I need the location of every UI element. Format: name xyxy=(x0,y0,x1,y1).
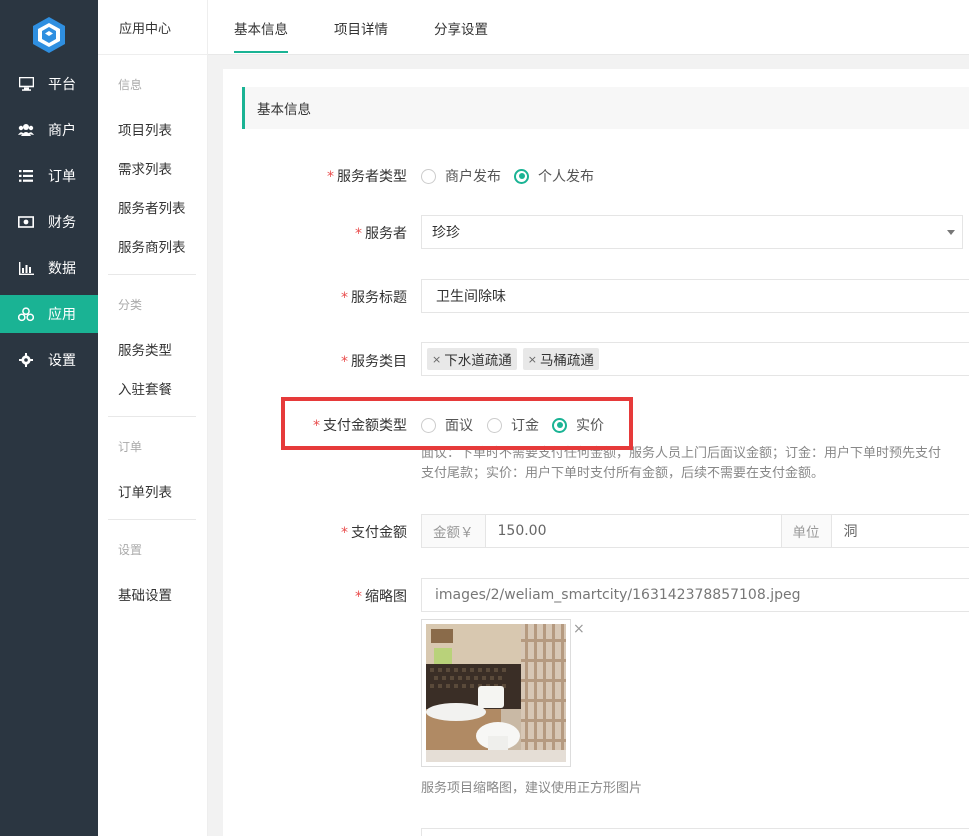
close-icon[interactable]: × xyxy=(573,621,585,637)
sub-group-title: 设置 xyxy=(118,543,143,557)
amount-input-group: 金额￥ 150.00 单位 洞 xyxy=(421,514,969,548)
sub-group-title: 分类 xyxy=(118,298,143,312)
sub-sidebar: 应用中心 信息 项目列表 需求列表 服务者列表 服务商列表 分类 服务类型 入驻… xyxy=(98,0,208,836)
title-input[interactable]: 卫生间除味 xyxy=(421,279,969,313)
sub-item-vendor-list[interactable]: 服务商列表 xyxy=(118,236,186,256)
radio-merchant-publish[interactable]: 商户发布 xyxy=(421,166,501,186)
nav-item-label: 数据 xyxy=(48,261,76,277)
amount-prefix: 金额￥ xyxy=(422,515,486,547)
section-title: 基本信息 xyxy=(242,87,969,129)
nav-item-label: 商户 xyxy=(48,123,76,139)
list-icon xyxy=(18,168,34,184)
nav-item-data[interactable]: 数据 xyxy=(0,249,98,287)
tab-bar: 基本信息 项目详情 分享设置 xyxy=(208,0,969,55)
nav-item-label: 设置 xyxy=(48,353,76,369)
chevron-down-icon xyxy=(947,230,955,235)
nav-item-label: 平台 xyxy=(48,77,76,93)
money-icon xyxy=(18,214,34,230)
provider-type-label: * 服务者类型 xyxy=(327,169,407,185)
divider xyxy=(108,274,196,275)
title-label: * 服务标题 xyxy=(341,290,407,306)
main-sidebar: 平台 商户 订单 财务 数据 应用 设置 xyxy=(0,0,98,836)
sub-item-service-type[interactable]: 服务类型 xyxy=(118,339,172,359)
users-icon xyxy=(18,122,34,138)
monitor-icon xyxy=(18,76,34,92)
thumbnail-label: * 缩略图 xyxy=(355,589,407,605)
provider-select[interactable]: 珍珍 xyxy=(421,215,963,249)
divider xyxy=(108,519,196,520)
nav-item-settings[interactable]: 设置 xyxy=(0,341,98,379)
thumbnail-help: 服务项目缩略图，建议使用正方形图片 xyxy=(421,781,643,796)
nav-item-platform[interactable]: 平台 xyxy=(0,65,98,103)
nav-item-label: 财务 xyxy=(48,215,76,231)
apps-icon xyxy=(18,306,34,322)
amount-label: * 支付金额 xyxy=(341,525,407,541)
unit-addon: 单位 xyxy=(780,515,832,547)
provider-label: * 服务者 xyxy=(355,226,407,242)
sub-group-title: 信息 xyxy=(118,78,143,92)
sub-item-base-settings[interactable]: 基础设置 xyxy=(118,584,172,604)
category-label: * 服务类目 xyxy=(341,354,407,370)
gear-icon xyxy=(18,352,34,368)
sub-item-package[interactable]: 入驻套餐 xyxy=(118,378,172,398)
sub-item-order-list[interactable]: 订单列表 xyxy=(118,481,172,501)
sub-group-title: 订单 xyxy=(118,440,143,454)
nav-item-orders[interactable]: 订单 xyxy=(0,157,98,195)
nav-item-finance[interactable]: 财务 xyxy=(0,203,98,241)
highlight-box xyxy=(281,397,633,450)
category-tag: × 马桶疏通 xyxy=(522,348,599,370)
sub-sidebar-header: 应用中心 xyxy=(98,0,208,55)
remove-icon[interactable]: × xyxy=(528,353,537,366)
radio-personal-publish[interactable]: 个人发布 xyxy=(514,166,594,186)
bathroom-image xyxy=(426,624,566,762)
tab-basic-info[interactable]: 基本信息 xyxy=(234,0,288,55)
bar-chart-icon xyxy=(18,260,34,276)
nav-item-apps[interactable]: 应用 xyxy=(0,295,98,333)
nav-item-merchant[interactable]: 商户 xyxy=(0,111,98,149)
category-tag-input[interactable]: × 下水道疏通 × 马桶疏通 xyxy=(421,342,969,376)
sub-item-demand-list[interactable]: 需求列表 xyxy=(118,158,172,178)
sub-item-provider-list[interactable]: 服务者列表 xyxy=(118,197,186,217)
divider xyxy=(108,416,196,417)
amount-input[interactable]: 150.00 xyxy=(486,523,781,539)
unit-input[interactable]: 洞 xyxy=(832,521,858,541)
nav-item-label: 应用 xyxy=(48,307,76,323)
tab-share-settings[interactable]: 分享设置 xyxy=(434,0,488,55)
thumbnail-preview xyxy=(421,619,571,767)
sub-item-project-list[interactable]: 项目列表 xyxy=(118,119,172,139)
logo-icon[interactable] xyxy=(29,15,69,55)
pay-type-help-line2: 支付尾款；实价：用户下单时支付所有金额，后续不需要在支付金额。 xyxy=(421,466,825,481)
next-field-input[interactable] xyxy=(421,828,969,836)
remove-icon[interactable]: × xyxy=(432,353,441,366)
tab-project-detail[interactable]: 项目详情 xyxy=(334,0,388,55)
category-tag: × 下水道疏通 xyxy=(427,348,517,370)
nav-item-label: 订单 xyxy=(48,169,76,185)
thumbnail-path-input[interactable]: images/2/weliam_smartcity/16314237885710… xyxy=(421,578,969,612)
